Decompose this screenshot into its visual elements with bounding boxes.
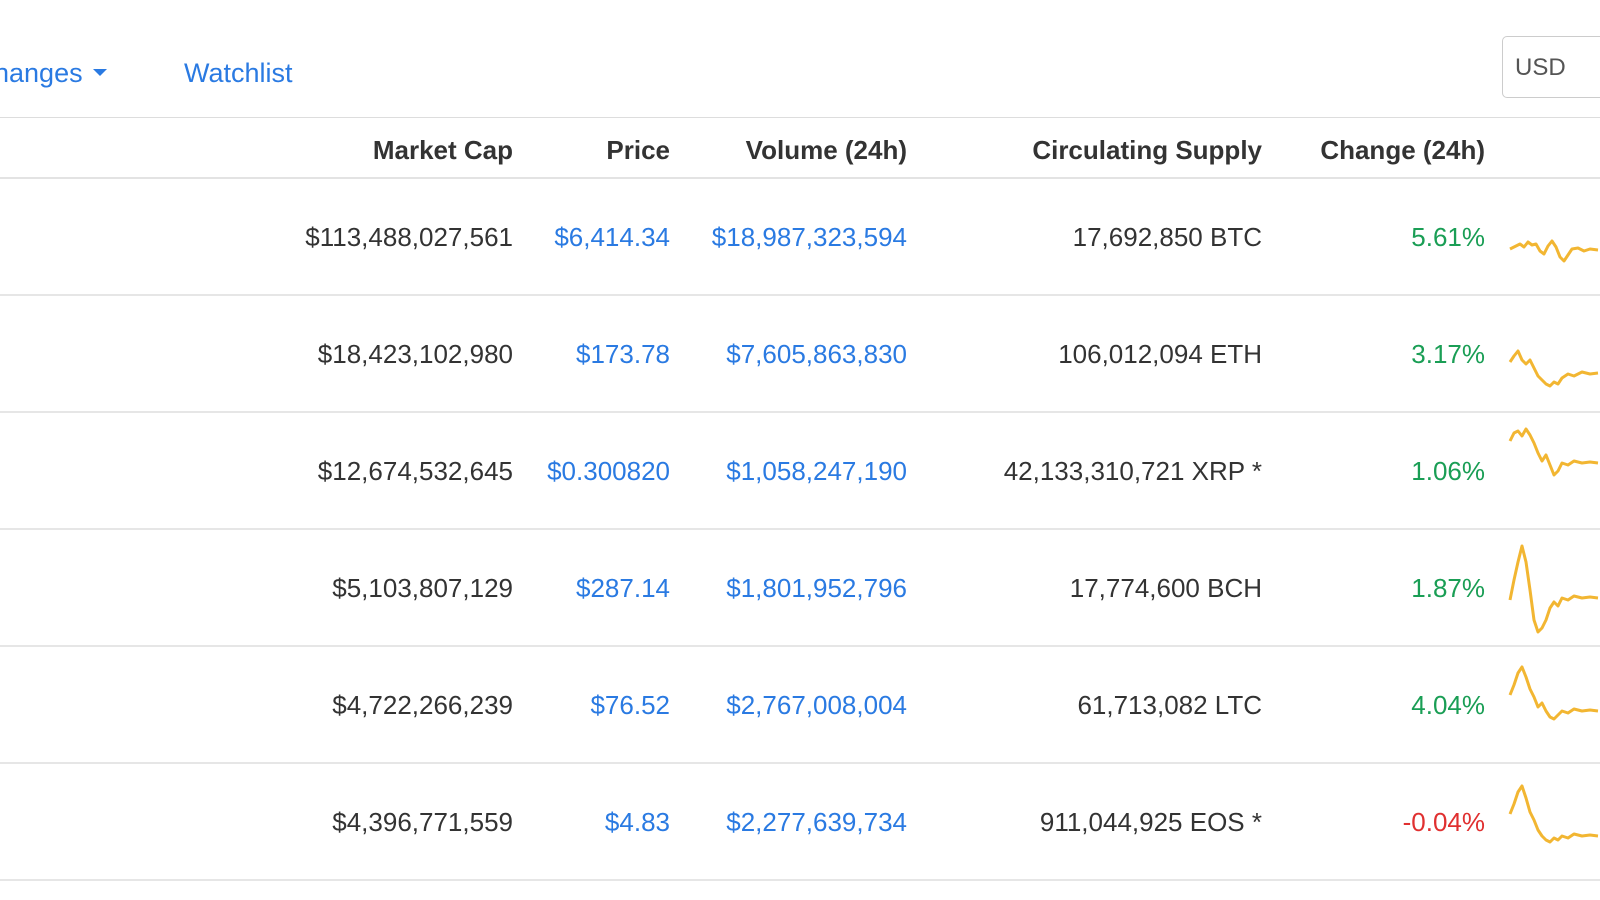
volume-link[interactable]: $1,058,247,190 [726,413,907,530]
table-row: $4,722,266,239 $76.52 $2,767,008,004 61,… [0,647,1600,764]
price-link[interactable]: $76.52 [590,647,670,764]
supply-cell: 61,713,082 LTC [1077,690,1262,720]
change-cell: 1.06% [1411,456,1485,486]
change-cell: 5.61% [1411,222,1485,252]
price-link[interactable]: $0.300820 [547,413,670,530]
table-row: $4,396,771,559 $4.83 $2,277,639,734 911,… [0,764,1600,881]
market-cap-cell: $4,396,771,559 [332,807,513,837]
header-market-cap[interactable]: Market Cap [373,118,513,180]
volume-link[interactable]: $2,277,639,734 [726,764,907,881]
table-row: $5,103,807,129 $287.14 $1,801,952,796 17… [0,530,1600,647]
change-cell: 4.04% [1411,690,1485,720]
sparkline[interactable] [1508,784,1600,864]
change-cell: 3.17% [1411,339,1485,369]
supply-cell: 106,012,094 ETH [1058,339,1262,369]
watchlist-link[interactable]: Watchlist [184,58,293,89]
header-price[interactable]: Price [606,118,670,180]
volume-link[interactable]: $7,605,863,830 [726,296,907,413]
table-row: $18,423,102,980 $173.78 $7,605,863,830 1… [0,296,1600,413]
exchanges-dropdown[interactable]: hanges [0,58,107,89]
header-circulating-supply[interactable]: Circulating Supply [1032,118,1262,180]
supply-cell: 17,692,850 BTC [1072,222,1262,252]
table-header: Market Cap Price Volume (24h) Circulatin… [0,117,1600,179]
sparkline[interactable] [1508,199,1600,279]
supply-cell: 911,044,925 EOS * [1039,807,1262,837]
price-link[interactable]: $287.14 [576,530,670,647]
market-cap-cell: $5,103,807,129 [332,573,513,603]
header-volume[interactable]: Volume (24h) [746,118,907,180]
market-cap-cell: $12,674,532,645 [317,456,513,486]
price-link[interactable]: $4.83 [605,764,670,881]
sparkline[interactable] [1508,665,1600,747]
currency-select[interactable]: USD [1502,36,1600,98]
volume-link[interactable]: $1,801,952,796 [726,530,907,647]
caret-down-icon [92,69,107,77]
change-cell: -0.04% [1402,807,1485,837]
market-cap-page: hanges Watchlist USD Market Cap Price Vo… [0,0,1600,900]
market-cap-cell: $4,722,266,239 [332,690,513,720]
market-cap-cell: $18,423,102,980 [317,339,513,369]
sparkline[interactable] [1508,316,1600,396]
exchanges-label: hanges [0,58,83,88]
sparkline[interactable] [1508,544,1600,634]
table-row: $12,674,532,645 $0.300820 $1,058,247,190… [0,413,1600,530]
supply-cell: 17,774,600 BCH [1069,573,1262,603]
crypto-table: Market Cap Price Volume (24h) Circulatin… [0,117,1600,881]
price-link[interactable]: $6,414.34 [554,179,670,296]
volume-link[interactable]: $2,767,008,004 [726,647,907,764]
supply-cell: 42,133,310,721 XRP * [1003,456,1262,486]
header-change[interactable]: Change (24h) [1320,118,1485,180]
table-row: $113,488,027,561 $6,414.34 $18,987,323,5… [0,179,1600,296]
change-cell: 1.87% [1411,573,1485,603]
price-link[interactable]: $173.78 [576,296,670,413]
sparkline[interactable] [1508,427,1600,513]
volume-link[interactable]: $18,987,323,594 [712,179,907,296]
market-cap-cell: $113,488,027,561 [305,222,513,252]
